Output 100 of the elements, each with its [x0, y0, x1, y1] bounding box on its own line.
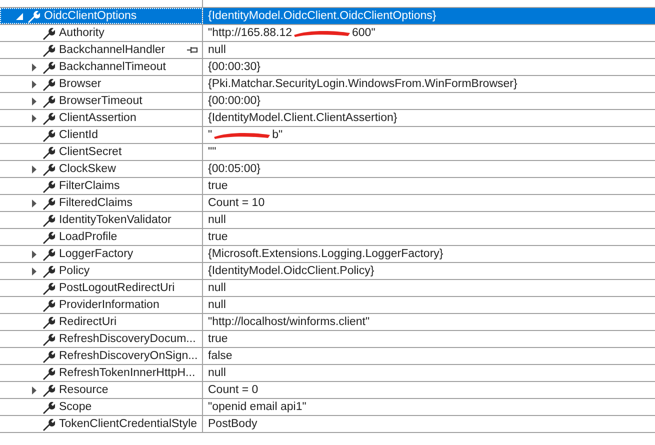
watch-row[interactable]: BackchannelTimeout {00:00:30} — [0, 59, 655, 76]
property-value: 600" — [352, 26, 376, 41]
property-value: {00:00:30} — [208, 60, 260, 75]
wrench-icon — [42, 316, 55, 328]
property-value: {IdentityModel.OidcClient.OidcClientOptions} — [208, 9, 436, 24]
wrench-icon — [42, 350, 55, 362]
watch-row[interactable]: RefreshDiscoveryDocum... true — [0, 331, 655, 348]
property-value: null — [208, 298, 226, 313]
wrench-icon — [42, 196, 55, 210]
wrench-icon — [42, 282, 55, 294]
watch-row[interactable]: OidcClientOptions {IdentityModel.OidcClient.OidcClientOptions} — [0, 8, 655, 25]
watch-row[interactable]: Scope "openid email api1" — [0, 399, 655, 416]
wrench-icon — [42, 264, 55, 278]
watch-row[interactable]: LoggerFactory {Microsoft.Extensions.Logging.LoggerFactory} — [0, 246, 655, 263]
property-value: {00:05:00} — [208, 162, 260, 177]
watch-row[interactable]: RefreshTokenInnerHttpH... null — [0, 365, 655, 382]
property-name: ClientAssertion — [59, 111, 136, 126]
watch-row[interactable]: ClientAssertion {IdentityModel.Client.ClientAssertion} — [0, 110, 655, 127]
wrench-icon — [42, 146, 55, 158]
watch-row[interactable]: Authority "http://165.88.12 600" — [0, 25, 655, 42]
watch-row[interactable]: BackchannelHandler null — [0, 42, 655, 59]
property-name: BrowserTimeout — [59, 94, 142, 109]
property-value: {Microsoft.Extensions.Logging.LoggerFactory} — [208, 247, 444, 262]
wrench-icon — [27, 10, 40, 22]
watch-row[interactable]: Resource Count = 0 — [0, 382, 655, 399]
expand-arrow-icon[interactable] — [30, 62, 39, 72]
property-name: ClientSecret — [59, 145, 122, 160]
wrench-icon — [42, 248, 55, 260]
watch-row[interactable]: FilterClaims true — [0, 178, 655, 195]
expand-arrow-icon[interactable] — [30, 386, 39, 394]
wrench-icon — [42, 230, 55, 244]
wrench-icon — [42, 112, 55, 124]
property-value: null — [208, 366, 226, 381]
property-value: true — [208, 179, 228, 194]
wrench-icon — [42, 60, 55, 74]
watch-row[interactable]: LoadProfile true — [0, 229, 655, 246]
expand-arrow-icon[interactable] — [30, 114, 39, 122]
watch-row[interactable]: ClientId " b" — [0, 127, 655, 144]
expand-arrow-icon[interactable] — [30, 250, 39, 258]
watch-row[interactable]: Browser {Pki.Matchar.SecurityLogin.WindowsFrom.WinFormBrowser} — [0, 76, 655, 93]
property-value: PostBody — [208, 417, 258, 432]
property-value: Count = 0 — [208, 383, 258, 398]
property-name: ClientId — [59, 128, 98, 143]
property-value: null — [208, 43, 226, 58]
wrench-icon — [42, 332, 55, 346]
property-name: Scope — [59, 400, 92, 415]
property-value: true — [208, 332, 228, 347]
property-name: Authority — [59, 26, 104, 41]
expand-arrow-icon[interactable] — [30, 198, 39, 208]
property-name: FilterClaims — [59, 179, 120, 194]
watch-row[interactable]: Policy {IdentityModel.OidcClient.Policy} — [0, 263, 655, 280]
wrench-icon — [42, 78, 55, 90]
expand-arrow-icon[interactable] — [30, 80, 39, 88]
watch-row[interactable]: TokenClientCredentialStyle PostBody — [0, 416, 655, 433]
watch-row[interactable]: IdentityTokenValidator null — [0, 212, 655, 229]
property-value: {IdentityModel.OidcClient.Policy} — [208, 264, 374, 279]
watch-row[interactable]: PostLogoutRedirectUri null — [0, 280, 655, 297]
collapse-arrow-icon[interactable] — [15, 12, 24, 20]
wrench-icon — [42, 180, 55, 192]
wrench-icon — [42, 384, 55, 396]
watch-row[interactable]: ClockSkew {00:05:00} — [0, 161, 655, 178]
property-value: " — [208, 128, 212, 143]
wrench-icon — [42, 44, 55, 56]
property-value: null — [208, 281, 226, 296]
property-name: Policy — [59, 264, 90, 279]
property-name: BackchannelTimeout — [59, 60, 166, 75]
property-name: LoggerFactory — [59, 247, 134, 262]
property-value: null — [208, 213, 226, 228]
expand-arrow-icon[interactable] — [30, 96, 39, 106]
property-value: "" — [208, 145, 216, 160]
watch-row[interactable]: BrowserTimeout {00:00:00} — [0, 93, 655, 110]
wrench-icon — [42, 298, 55, 312]
property-value: "http://165.88.12 — [208, 26, 292, 41]
expand-arrow-icon[interactable] — [30, 164, 39, 174]
watch-row[interactable]: FilteredClaims Count = 10 — [0, 195, 655, 212]
watch-row[interactable]: ProviderInformation null — [0, 297, 655, 314]
wrench-icon — [42, 94, 55, 108]
property-value: {IdentityModel.Client.ClientAssertion} — [208, 111, 398, 126]
wrench-icon — [42, 400, 55, 414]
property-name: PostLogoutRedirectUri — [59, 281, 175, 296]
property-name: TokenClientCredentialStyle — [59, 417, 198, 432]
expand-arrow-icon[interactable] — [30, 266, 39, 276]
property-value: "openid email api1" — [208, 400, 306, 415]
watch-row[interactable]: RefreshDiscoveryOnSign... false — [0, 348, 655, 365]
watch-row[interactable]: RedirectUri "http://localhost/winforms.client" — [0, 314, 655, 331]
property-name: RedirectUri — [59, 315, 117, 330]
property-value: true — [208, 230, 228, 245]
wrench-icon — [42, 162, 55, 176]
property-value: false — [208, 349, 232, 364]
property-name: ProviderInformation — [59, 298, 160, 313]
property-name: OidcClientOptions — [44, 9, 137, 24]
watch-row[interactable]: ClientSecret "" — [0, 144, 655, 161]
property-value: {00:00:00} — [208, 94, 260, 109]
property-value: {Pki.Matchar.SecurityLogin.WindowsFrom.WinFormBrowser} — [208, 77, 518, 92]
property-name: BackchannelHandler — [59, 43, 166, 58]
wrench-icon — [42, 418, 55, 430]
property-name: IdentityTokenValidator — [59, 213, 172, 228]
property-name: RefreshDiscoveryOnSign... — [59, 349, 198, 364]
wrench-icon — [42, 214, 55, 226]
pin-icon[interactable] — [187, 46, 199, 54]
